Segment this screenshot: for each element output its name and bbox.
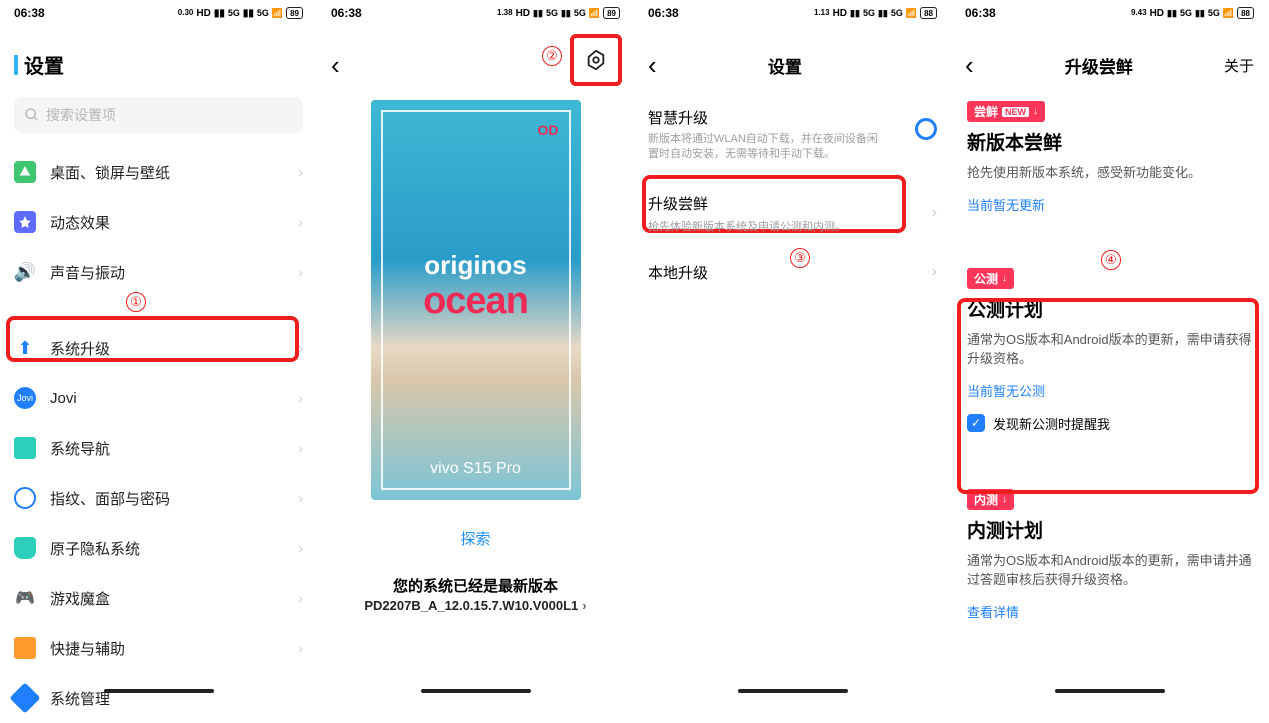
battery-icon: 89 — [286, 7, 303, 19]
card-alpha[interactable]: 内测↓ 内测计划 通常为OS版本和Android版本的更新，需申请并通过答题审核… — [951, 479, 1268, 635]
badge-beta: 公测↓ — [967, 268, 1014, 289]
search-input[interactable]: 搜索设置项 — [14, 97, 303, 133]
home-indicator[interactable] — [738, 689, 848, 693]
home-indicator[interactable] — [1055, 689, 1165, 693]
panel-settings: 06:38 0.30 HD ▮▮5G ▮▮5G 📶 89 设置 搜索设置项 桌面… — [0, 0, 317, 695]
page-title: 设置 — [633, 53, 937, 78]
item-jovi[interactable]: JoviJovi› — [0, 373, 317, 423]
card-fresh[interactable]: 尝鲜NEW↓ 新版本尝鲜 抢先使用新版本系统，感受新功能变化。 当前暂无更新 — [951, 91, 1268, 228]
page-title: 设置 — [0, 22, 317, 97]
panel-upgrade-settings: 06:38 1.13HD▮▮5G▮▮5G📶88 ‹ 设置 智慧升级 新版本将通过… — [634, 0, 951, 695]
item-smart-upgrade[interactable]: 智慧升级 新版本将通过WLAN自动下载，并在夜间设备闲置时自动安装，无需等待和手… — [634, 91, 951, 173]
version-status: 您的系统已经是最新版本 — [317, 575, 634, 596]
item-sound[interactable]: 🔊声音与振动› — [0, 247, 317, 297]
item-effects[interactable]: 动态效果› — [0, 197, 317, 247]
home-indicator[interactable] — [421, 689, 531, 693]
status-bar: 06:38 0.30 HD ▮▮5G ▮▮5G 📶 89 — [0, 0, 317, 22]
chevron-icon: › — [932, 263, 937, 281]
search-icon — [24, 107, 40, 123]
explore-link[interactable]: 探索 — [317, 528, 634, 549]
about-link[interactable]: 关于 — [1224, 55, 1254, 76]
chevron-icon: › — [932, 204, 937, 222]
item-nav[interactable]: 系统导航› — [0, 423, 317, 473]
panel-early-access: 06:38 9.43HD▮▮5G▮▮5G📶88 ‹ 升级尝鲜 关于 尝鲜NEW↓… — [951, 0, 1268, 695]
badge-fresh: 尝鲜NEW↓ — [967, 101, 1045, 122]
item-desktop[interactable]: 桌面、锁屏与壁纸› — [0, 147, 317, 197]
back-button[interactable]: ‹ — [331, 50, 340, 81]
item-privacy[interactable]: 原子隐私系统› — [0, 523, 317, 573]
annotation-3: ③ — [790, 248, 810, 268]
status-bar: 06:38 9.43HD▮▮5G▮▮5G📶88 — [951, 0, 1268, 22]
version-code[interactable]: PD2207B_A_12.0.15.7.W10.V000L1› — [317, 598, 634, 613]
arrow-down-icon: ↓ — [1002, 273, 1007, 284]
chevron-icon: › — [298, 164, 303, 180]
arrow-down-icon: ↓ — [1002, 494, 1007, 505]
page-title: 升级尝鲜 — [1065, 53, 1133, 78]
item-early-access[interactable]: 升级尝鲜 抢先体验新版本系统及申请公测和内测。 › — [634, 179, 951, 248]
highlight-2 — [570, 34, 622, 86]
annotation-2: ② — [542, 46, 562, 66]
item-sysmgmt[interactable]: 系统管理 — [0, 673, 317, 723]
annotation-4: ④ — [1101, 250, 1121, 270]
item-shortcut[interactable]: 快捷与辅助› — [0, 623, 317, 673]
home-indicator[interactable] — [104, 689, 214, 693]
fresh-status: 当前暂无更新 — [967, 195, 1252, 214]
item-fingerprint[interactable]: 指纹、面部与密码› — [0, 473, 317, 523]
smart-upgrade-toggle[interactable] — [915, 118, 937, 140]
back-button[interactable]: ‹ — [965, 50, 974, 81]
status-time: 06:38 — [14, 6, 45, 20]
highlight-4 — [957, 298, 1259, 494]
item-system-upgrade[interactable]: ⬆系统升级› — [0, 323, 317, 373]
panel-upgrade: 06:38 1.38HD▮▮5G▮▮5G📶89 ‹ ② OD originos … — [317, 0, 634, 695]
gear-icon[interactable] — [585, 49, 607, 71]
item-game[interactable]: 🎮游戏魔盒› — [0, 573, 317, 623]
os-poster: OD originos ocean vivo S15 Pro — [371, 100, 581, 500]
alpha-detail-link[interactable]: 查看详情 — [967, 602, 1252, 621]
status-bar: 06:38 1.13HD▮▮5G▮▮5G📶88 — [634, 0, 951, 22]
annotation-1: ① — [126, 292, 146, 312]
arrow-down-icon: ↓ — [1033, 106, 1038, 117]
chevron-icon: › — [582, 598, 586, 613]
status-bar: 06:38 1.38HD▮▮5G▮▮5G📶89 — [317, 0, 634, 22]
